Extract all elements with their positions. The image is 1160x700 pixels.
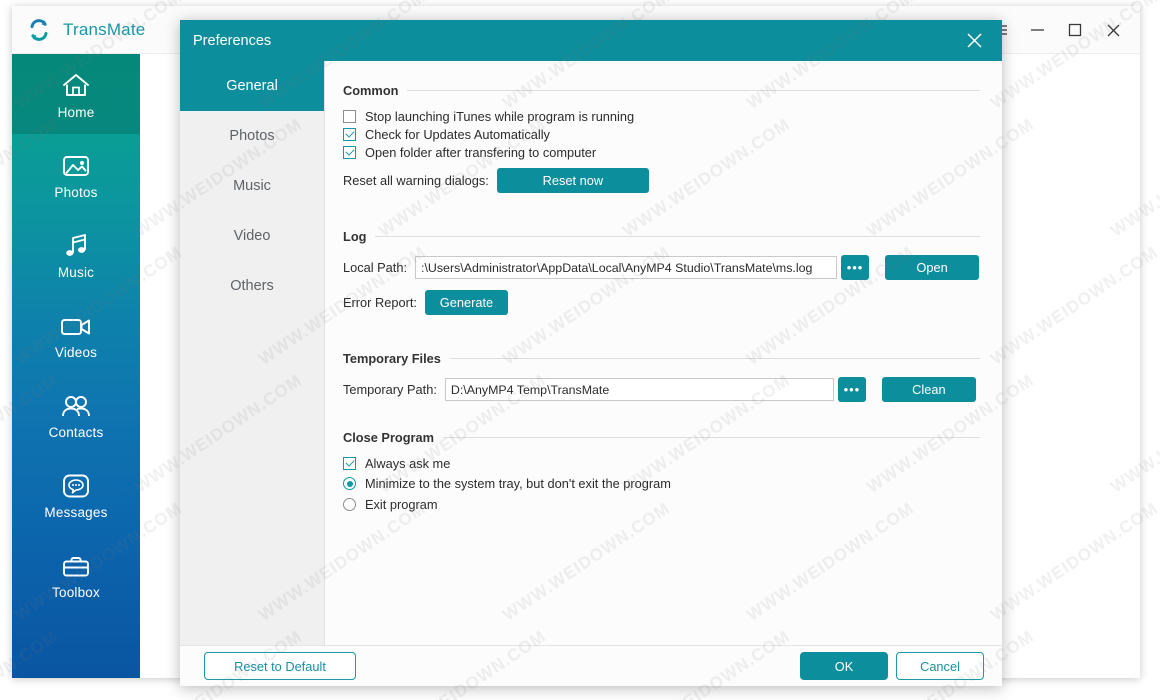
reset-to-default-button[interactable]: Reset to Default: [204, 652, 356, 680]
checkbox-row-check-updates[interactable]: Check for Updates Automatically: [343, 127, 980, 142]
checkbox-label: Check for Updates Automatically: [365, 127, 550, 142]
tab-photos[interactable]: Photos: [180, 111, 324, 161]
section-rule: [375, 236, 980, 237]
reset-now-button[interactable]: Reset now: [496, 168, 649, 193]
sidebar-item-label: Contacts: [48, 424, 104, 440]
tab-others[interactable]: Others: [180, 261, 324, 311]
temporary-path-input[interactable]: [444, 378, 834, 401]
tab-music[interactable]: Music: [180, 161, 324, 211]
brand-name: TransMate: [63, 20, 146, 39]
message-bubble-icon: [62, 469, 90, 499]
sidebar-item-label: Toolbox: [52, 584, 100, 600]
window-controls: [980, 6, 1132, 54]
minimize-tray-radio[interactable]: [343, 477, 356, 490]
tab-label: Music: [233, 178, 271, 194]
exit-program-radio[interactable]: [343, 498, 356, 511]
contacts-icon: [60, 389, 92, 419]
always-ask-row[interactable]: Always ask me: [343, 456, 980, 471]
section-title: Log: [343, 229, 367, 244]
section-header-close-program: Close Program: [343, 430, 980, 445]
minimize-button[interactable]: [1018, 13, 1056, 47]
local-path-row: Local Path: ••• Open: [343, 255, 980, 280]
section-title: Close Program: [343, 430, 435, 445]
sidebar: Home Photos Music Videos Contacts Messag…: [12, 54, 140, 678]
video-camera-icon: [60, 309, 92, 339]
section-rule: [407, 90, 980, 91]
tab-label: Photos: [229, 128, 275, 144]
open-log-button[interactable]: Open: [885, 255, 980, 280]
sidebar-item-label: Messages: [44, 504, 108, 520]
error-report-label: Error Report:: [343, 295, 417, 310]
maximize-button[interactable]: [1056, 13, 1094, 47]
sidebar-item-toolbox[interactable]: Toolbox: [12, 534, 140, 614]
section-title: Temporary Files: [343, 351, 441, 366]
dialog-body: General Photos Music Video Others Common…: [180, 61, 1002, 645]
section-title: Common: [343, 83, 399, 98]
close-button[interactable]: [1094, 13, 1132, 47]
sidebar-item-videos[interactable]: Videos: [12, 294, 140, 374]
footer-actions: OK Cancel: [800, 652, 984, 680]
temporary-path-browse-button[interactable]: •••: [837, 377, 866, 402]
toolbox-icon: [61, 549, 91, 579]
dialog-title-bar: Preferences: [180, 20, 1002, 61]
exit-program-row[interactable]: Exit program: [343, 497, 980, 512]
sidebar-item-home[interactable]: Home: [12, 54, 140, 134]
section-header-log: Log: [343, 229, 980, 244]
tab-label: Others: [230, 278, 274, 294]
radio-label: Minimize to the system tray, but don't e…: [365, 476, 671, 491]
music-note-icon: [62, 229, 90, 259]
section-rule: [443, 437, 980, 438]
clean-temp-button[interactable]: Clean: [881, 377, 976, 402]
radio-label: Exit program: [365, 497, 438, 512]
checkbox-label: Stop launching iTunes while program is r…: [365, 109, 635, 124]
preferences-tab-list: General Photos Music Video Others: [180, 61, 325, 645]
home-icon: [61, 69, 91, 99]
temporary-path-label: Temporary Path:: [343, 382, 437, 397]
generate-report-button[interactable]: Generate: [424, 290, 508, 315]
sidebar-item-label: Music: [57, 264, 95, 280]
sidebar-item-label: Videos: [54, 344, 98, 360]
tab-label: General: [226, 78, 278, 94]
open-folder-checkbox[interactable]: [343, 146, 356, 159]
local-path-input[interactable]: [415, 256, 838, 279]
sidebar-item-music[interactable]: Music: [12, 214, 140, 294]
photo-icon: [61, 149, 91, 179]
sidebar-item-photos[interactable]: Photos: [12, 134, 140, 214]
section-header-temporary-files: Temporary Files: [343, 351, 980, 366]
sidebar-item-contacts[interactable]: Contacts: [12, 374, 140, 454]
section-header-common: Common: [343, 83, 980, 98]
temporary-path-row: Temporary Path: ••• Clean: [343, 377, 980, 402]
error-report-row: Error Report: Generate: [343, 290, 980, 315]
dialog-close-icon[interactable]: [954, 25, 994, 56]
preferences-dialog: Preferences General Photos Music Video O…: [180, 20, 1002, 686]
application-window: TransMate Home Photos Music Videos Conta…: [12, 6, 1140, 686]
dialog-footer: Reset to Default OK Cancel: [180, 645, 1002, 686]
section-rule: [449, 358, 980, 359]
always-ask-checkbox[interactable]: [343, 457, 356, 470]
sidebar-item-label: Photos: [54, 184, 98, 200]
local-path-label: Local Path:: [343, 260, 408, 275]
sidebar-item-messages[interactable]: Messages: [12, 454, 140, 534]
ok-button[interactable]: OK: [800, 652, 888, 680]
sidebar-item-label: Home: [57, 104, 95, 120]
local-path-browse-button[interactable]: •••: [841, 255, 870, 280]
refresh-arrows-logo: [26, 17, 52, 43]
dialog-title: Preferences: [193, 32, 272, 49]
checkbox-row-open-folder[interactable]: Open folder after transfering to compute…: [343, 145, 980, 160]
tab-video[interactable]: Video: [180, 211, 324, 261]
checkbox-label: Open folder after transfering to compute…: [365, 145, 597, 160]
checkbox-label: Always ask me: [365, 456, 451, 471]
checkbox-row-stop-itunes[interactable]: Stop launching iTunes while program is r…: [343, 109, 980, 124]
general-settings-panel: Common Stop launching iTunes while progr…: [325, 61, 1002, 645]
check-updates-checkbox[interactable]: [343, 128, 356, 141]
minimize-tray-row[interactable]: Minimize to the system tray, but don't e…: [343, 476, 980, 491]
reset-warnings-label: Reset all warning dialogs:: [343, 173, 489, 188]
stop-itunes-checkbox[interactable]: [343, 110, 356, 123]
reset-warnings-row: Reset all warning dialogs: Reset now: [343, 168, 980, 193]
brand: TransMate: [26, 6, 145, 54]
tab-general[interactable]: General: [180, 61, 324, 111]
cancel-button[interactable]: Cancel: [896, 652, 984, 680]
tab-label: Video: [233, 228, 271, 244]
